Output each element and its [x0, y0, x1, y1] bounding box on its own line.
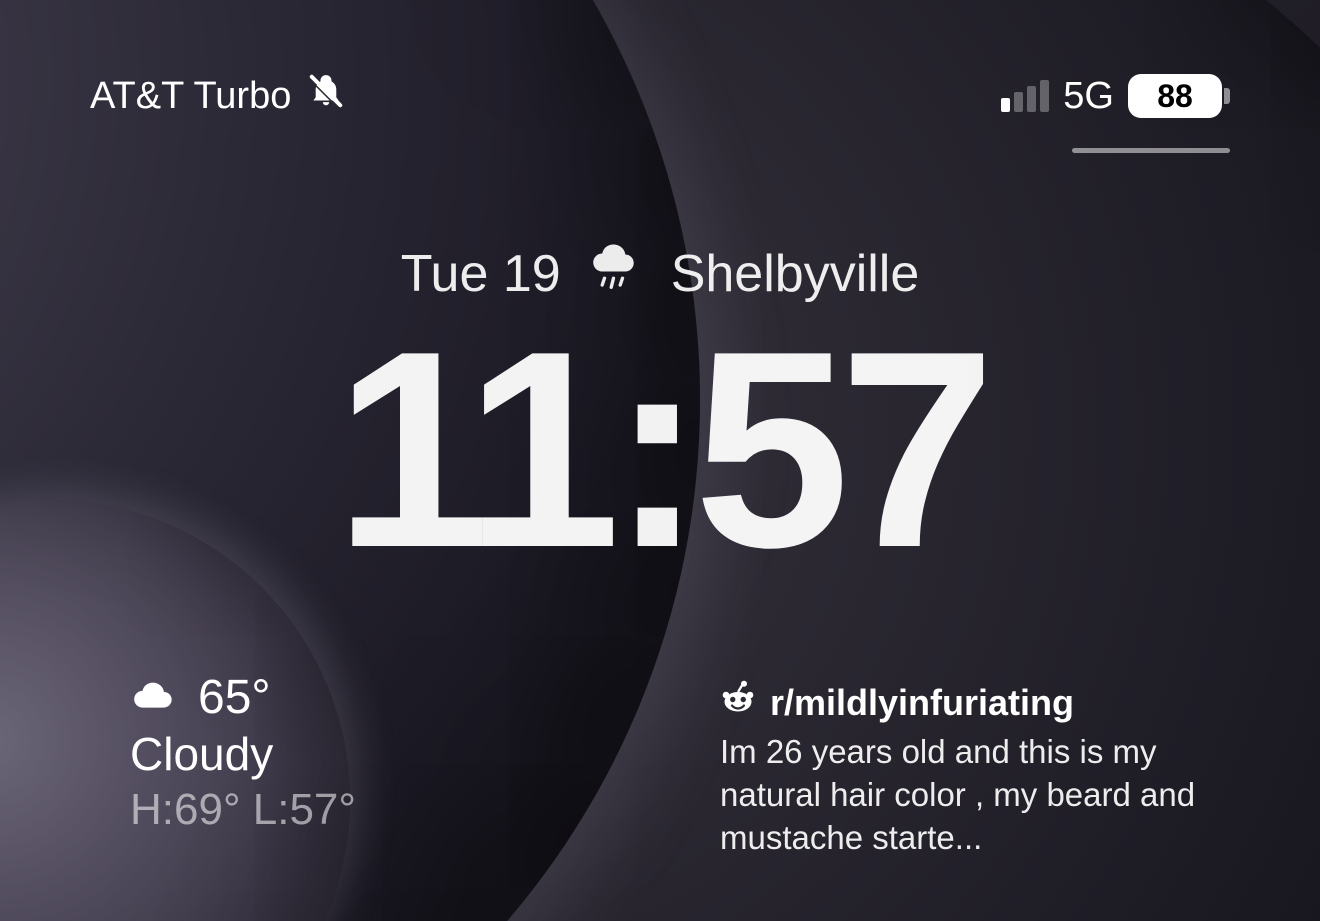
status-bar: AT&T Turbo 5G 88 [0, 72, 1320, 120]
weather-temp-row: 65° [130, 670, 356, 725]
network-type-label: 5G [1063, 75, 1114, 118]
reddit-widget[interactable]: r/mildlyinfuriating Im 26 years old and … [720, 680, 1220, 860]
reddit-icon [720, 680, 756, 725]
battery-tip-icon [1224, 88, 1230, 104]
weather-high-low-label: H:69° L:57° [130, 785, 356, 835]
weather-widget[interactable]: 65° Cloudy H:69° L:57° [130, 670, 356, 835]
bell-slash-icon [307, 72, 345, 120]
reddit-header: r/mildlyinfuriating [720, 680, 1220, 725]
reddit-post-text: Im 26 years old and this is my natural h… [720, 731, 1220, 860]
clock-time[interactable]: 11:57 [335, 310, 986, 590]
hotspot-indicator [1072, 148, 1230, 153]
status-left: AT&T Turbo [90, 72, 345, 120]
battery-percent: 88 [1128, 74, 1222, 118]
battery-indicator: 88 [1128, 74, 1230, 118]
cloud-icon [130, 670, 180, 725]
subreddit-label: r/mildlyinfuriating [770, 682, 1074, 724]
carrier-label: AT&T Turbo [90, 75, 291, 118]
temperature-label: 65° [198, 670, 271, 725]
weather-condition-label: Cloudy [130, 727, 356, 781]
signal-strength-icon [1001, 80, 1049, 112]
status-right: 5G 88 [1001, 74, 1230, 118]
